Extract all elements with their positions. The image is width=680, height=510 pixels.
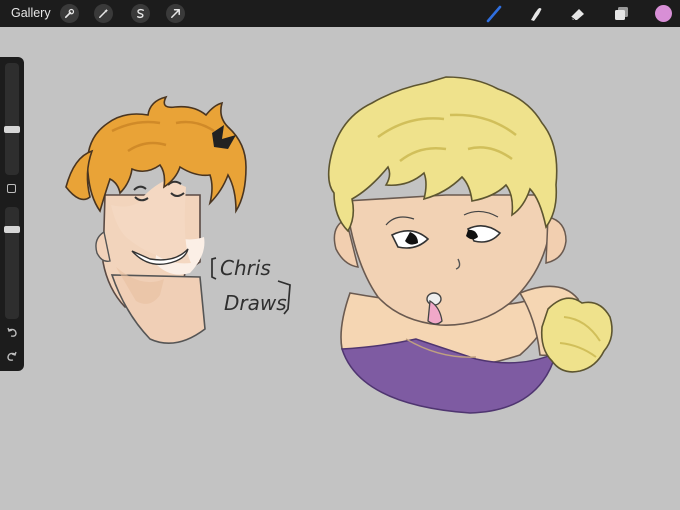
signature-line1-text: Chris [220,256,271,280]
brush-icon[interactable] [484,4,504,24]
brush-size-slider[interactable] [4,63,20,175]
transform-arrow-icon [171,9,180,18]
eraser-icon[interactable] [568,4,588,24]
signature-line2-text: Draws [224,291,287,315]
color-picker-button[interactable] [655,5,672,22]
modify-square-icon[interactable] [7,184,16,193]
smudge-icon[interactable] [526,4,546,24]
top-toolbar: Gallery [0,0,680,27]
selection-s-icon [137,8,144,19]
magic-wand-icon [99,8,109,18]
transform-button[interactable] [166,4,185,23]
opacity-handle[interactable] [4,226,20,233]
brush-sidebar [0,57,24,371]
gallery-button[interactable]: Gallery [11,6,51,20]
undo-icon[interactable] [5,325,19,339]
adjustments-button[interactable] [94,4,113,23]
drawing-canvas[interactable]: Chris Draws [0,27,680,510]
wrench-icon [64,8,75,19]
selection-button[interactable] [131,4,150,23]
actions-button[interactable] [60,4,79,23]
layers-icon[interactable] [611,4,631,24]
brush-size-handle[interactable] [4,126,20,133]
redo-icon[interactable] [5,349,19,363]
opacity-slider[interactable] [4,207,20,319]
